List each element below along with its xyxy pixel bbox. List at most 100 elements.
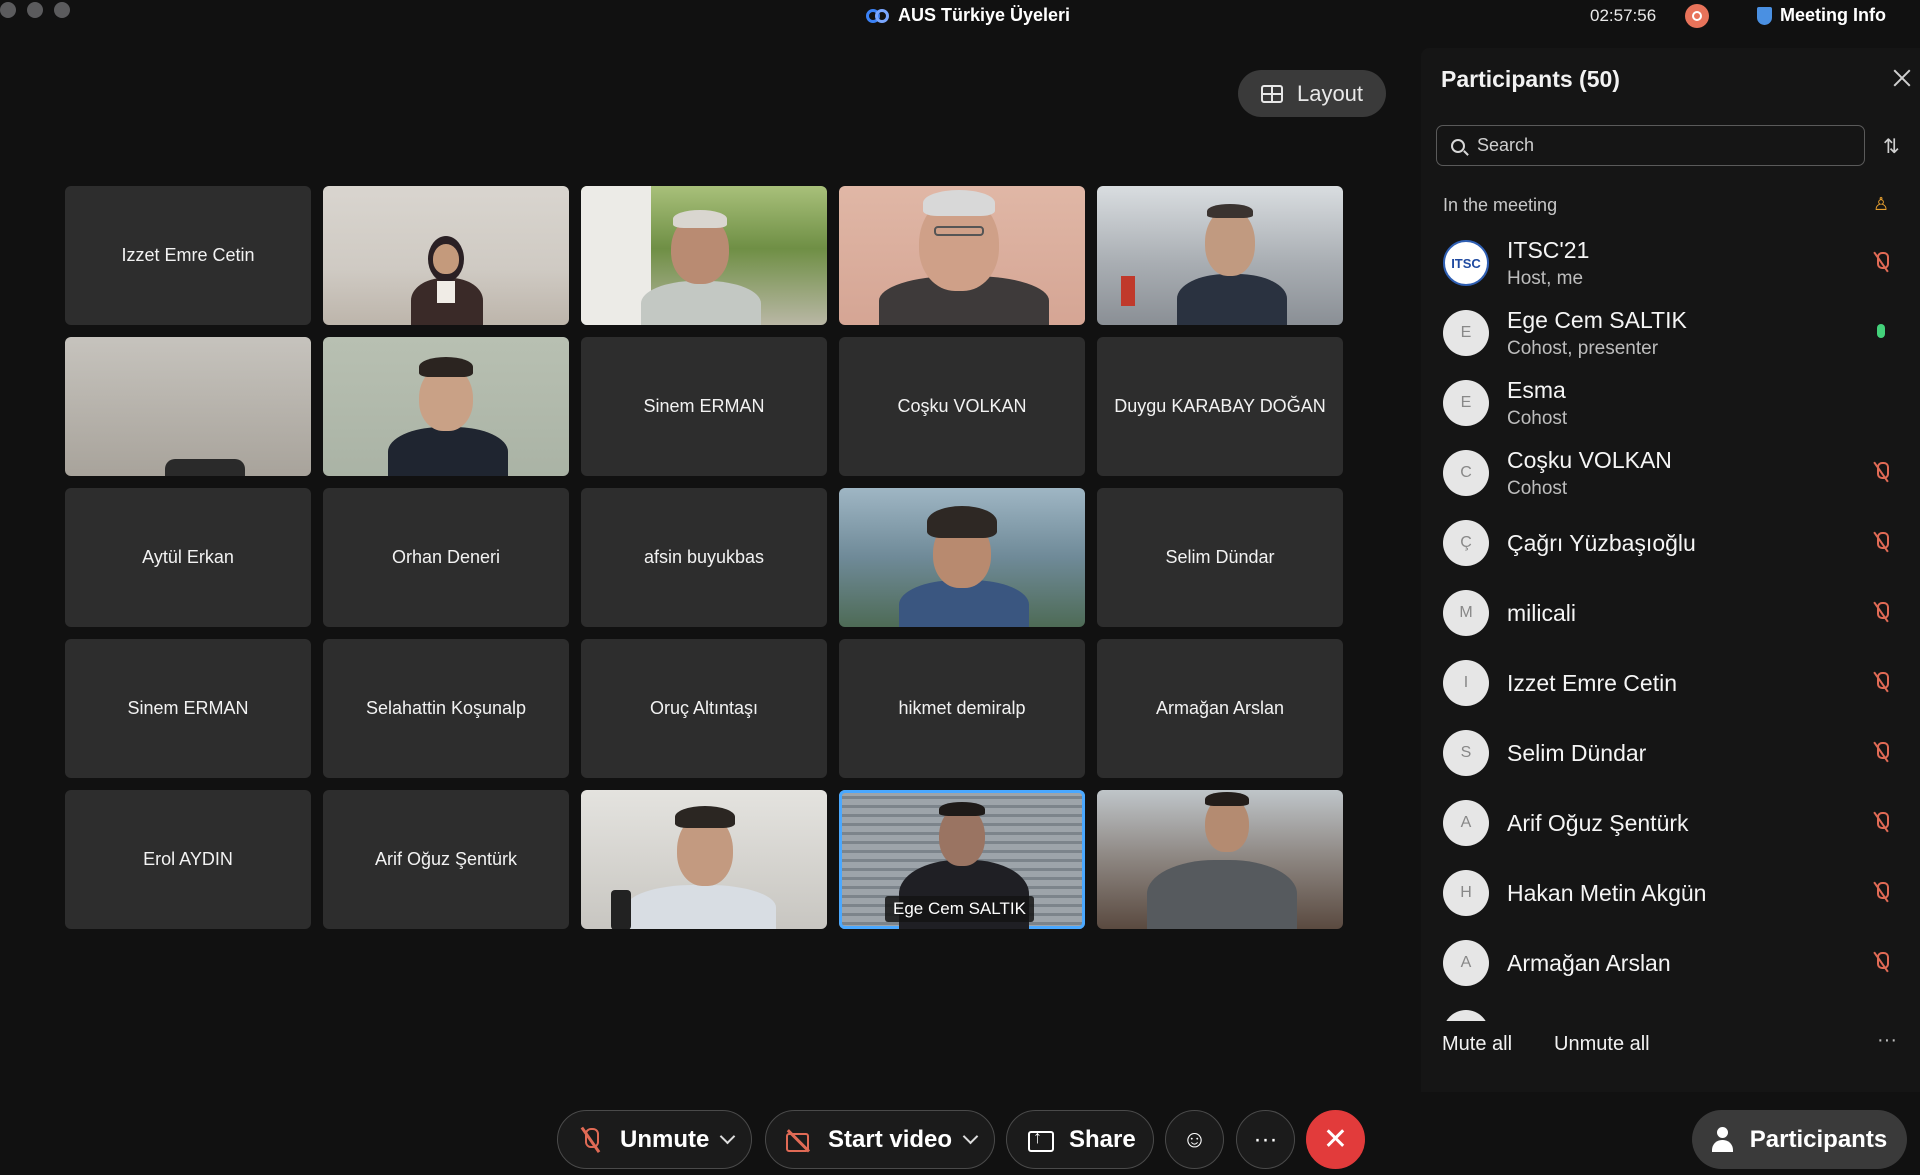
- panel-more-button[interactable]: ···: [1877, 1029, 1897, 1052]
- video-tile[interactable]: [323, 186, 569, 325]
- unmute-button[interactable]: Unmute: [557, 1110, 752, 1169]
- video-tile[interactable]: Arif Oğuz Şentürk: [323, 790, 569, 929]
- participant-row-partial: [1421, 998, 1920, 1021]
- tile-name: Coşku VOLKAN: [897, 396, 1027, 416]
- video-tile[interactable]: Selim Dündar: [1097, 488, 1343, 627]
- mic-muted-icon[interactable]: [1873, 812, 1889, 834]
- participant-row[interactable]: ITSC ITSC'21 Host, me: [1421, 228, 1920, 298]
- video-tile[interactable]: Oruç Altıntaşı: [581, 639, 827, 778]
- video-tile[interactable]: Izzet Emre Cetin: [65, 186, 311, 325]
- participant-name: Esma: [1507, 376, 1566, 403]
- layout-button[interactable]: Layout: [1238, 70, 1386, 117]
- title-bar: AUS Türkiye Üyeleri 02:57:56 Meeting Inf…: [0, 0, 1920, 34]
- tile-name: hikmet demiralp: [898, 698, 1026, 718]
- participant-name: Hakan Metin Akgün: [1507, 879, 1707, 906]
- video-tile[interactable]: [581, 186, 827, 325]
- grid-layout-icon: [1260, 84, 1283, 103]
- participant-row[interactable]: E Ege Cem SALTIK Cohost, presenter: [1421, 298, 1920, 368]
- close-icon: ✕: [1322, 1123, 1349, 1156]
- recording-icon[interactable]: [1685, 4, 1709, 28]
- close-icon[interactable]: [1892, 68, 1912, 88]
- more-options-button[interactable]: ···: [1236, 1110, 1295, 1169]
- leave-meeting-button[interactable]: ✕: [1306, 1110, 1365, 1169]
- video-tile[interactable]: [1097, 186, 1343, 325]
- more-icon: ···: [1253, 1125, 1278, 1153]
- video-tile[interactable]: Coşku VOLKAN: [839, 337, 1085, 476]
- participant-row[interactable]: C Coşku VOLKAN Cohost: [1421, 438, 1920, 508]
- unmute-all-button[interactable]: Unmute all: [1554, 1033, 1650, 1056]
- video-tile[interactable]: Sinem ERMAN: [65, 639, 311, 778]
- mic-muted-icon[interactable]: [1873, 252, 1889, 274]
- participant-search-box[interactable]: [1436, 125, 1865, 166]
- participant-name: Arif Oğuz Şentürk: [1507, 809, 1689, 836]
- tile-name: Sinem ERMAN: [127, 698, 249, 718]
- mic-muted-icon[interactable]: [1873, 462, 1889, 484]
- participant-row[interactable]: I Izzet Emre Cetin: [1421, 648, 1920, 718]
- avatar: [1443, 1010, 1489, 1021]
- video-tile[interactable]: [839, 488, 1085, 627]
- mic-active-icon[interactable]: [1873, 322, 1889, 344]
- active-speaker-tile[interactable]: Ege Cem SALTIK: [839, 790, 1085, 929]
- participant-video: [839, 488, 1085, 627]
- chevron-down-icon[interactable]: [719, 1128, 736, 1145]
- participant-row[interactable]: A Armağan Arslan: [1421, 928, 1920, 998]
- participant-name: ITSC'21: [1507, 236, 1590, 263]
- video-tile[interactable]: Orhan Deneri: [323, 488, 569, 627]
- video-tile[interactable]: Erol AYDIN: [65, 790, 311, 929]
- video-tile[interactable]: Duygu KARABAY DOĞAN: [1097, 337, 1343, 476]
- mute-all-button[interactable]: Mute all: [1442, 1033, 1512, 1056]
- video-tile[interactable]: [1097, 790, 1343, 929]
- mic-muted-icon: [578, 1126, 606, 1154]
- avatar: A: [1443, 940, 1489, 986]
- tile-name: Erol AYDIN: [143, 849, 233, 869]
- mic-muted-icon[interactable]: [1873, 672, 1889, 694]
- sort-icon[interactable]: ⇅: [1883, 134, 1900, 159]
- video-tile[interactable]: [323, 337, 569, 476]
- chevron-down-icon[interactable]: [962, 1128, 979, 1145]
- avatar: M: [1443, 590, 1489, 636]
- participant-name: Armağan Arslan: [1507, 949, 1671, 976]
- participant-row[interactable]: A Arif Oğuz Şentürk: [1421, 788, 1920, 858]
- avatar: C: [1443, 450, 1489, 496]
- mic-muted-icon[interactable]: [1873, 532, 1889, 554]
- participant-row[interactable]: M milicali: [1421, 578, 1920, 648]
- participant-video: [581, 186, 827, 325]
- host-controls-icon[interactable]: ♙: [1873, 194, 1889, 215]
- avatar: A: [1443, 800, 1489, 846]
- avatar: E: [1443, 310, 1489, 356]
- video-tile[interactable]: hikmet demiralp: [839, 639, 1085, 778]
- video-tile[interactable]: Aytül Erkan: [65, 488, 311, 627]
- avatar: S: [1443, 730, 1489, 776]
- video-tile[interactable]: [65, 337, 311, 476]
- start-video-button[interactable]: Start video: [765, 1110, 995, 1169]
- participants-button[interactable]: Participants: [1692, 1110, 1907, 1169]
- tile-name: Aytül Erkan: [142, 547, 234, 567]
- participant-row[interactable]: S Selim Dündar: [1421, 718, 1920, 788]
- video-tile[interactable]: [839, 186, 1085, 325]
- reactions-button[interactable]: ☺: [1165, 1110, 1224, 1169]
- participant-role: Cohost: [1507, 477, 1568, 499]
- video-tile[interactable]: Sinem ERMAN: [581, 337, 827, 476]
- participant-video: [323, 337, 569, 476]
- shield-icon: [1757, 6, 1772, 25]
- video-tile[interactable]: [581, 790, 827, 929]
- share-button[interactable]: Share: [1006, 1110, 1154, 1169]
- participant-row[interactable]: E Esma Cohost: [1421, 368, 1920, 438]
- mic-muted-icon[interactable]: [1873, 882, 1889, 904]
- meeting-info-label: Meeting Info: [1780, 5, 1886, 25]
- video-tile[interactable]: Selahattin Koşunalp: [323, 639, 569, 778]
- participant-row[interactable]: Ç Çağrı Yüzbaşıoğlu: [1421, 508, 1920, 578]
- search-icon: [1451, 138, 1465, 153]
- mic-muted-icon[interactable]: [1873, 742, 1889, 764]
- participants-panel: Participants (50) ⇅ In the meeting ♙ ITS…: [1421, 48, 1920, 1092]
- mic-muted-icon[interactable]: [1873, 602, 1889, 624]
- participant-video: [323, 186, 569, 325]
- participant-role: Cohost, presenter: [1507, 337, 1659, 359]
- video-tile[interactable]: Armağan Arslan: [1097, 639, 1343, 778]
- participant-row[interactable]: H Hakan Metin Akgün: [1421, 858, 1920, 928]
- participant-video: [65, 337, 311, 476]
- video-tile[interactable]: afsin buyukbas: [581, 488, 827, 627]
- meeting-info-button[interactable]: Meeting Info: [1757, 5, 1886, 26]
- mic-muted-icon[interactable]: [1873, 952, 1889, 974]
- participant-search-input[interactable]: [1477, 135, 1777, 156]
